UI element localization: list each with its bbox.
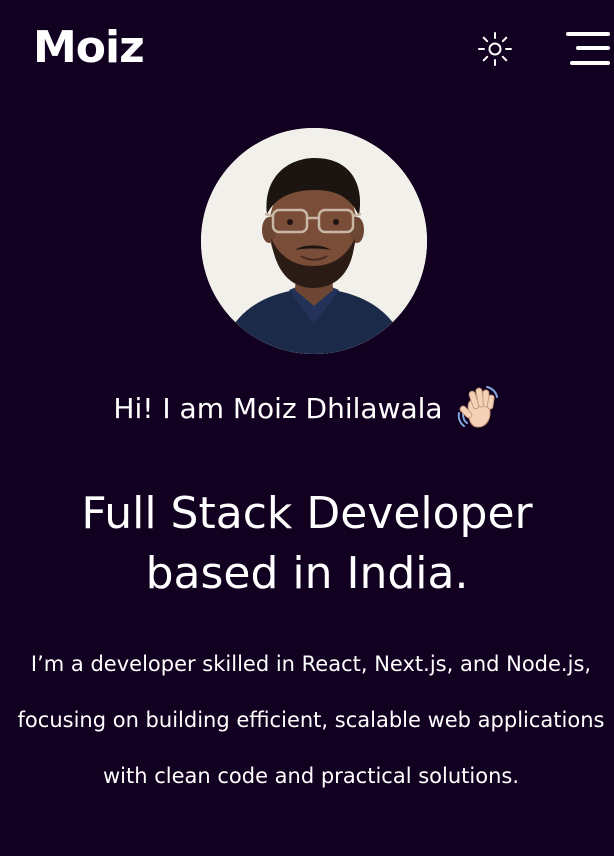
greeting-text: Hi! I am Moiz Dhilawala: [113, 392, 443, 425]
headline-line-2: based in India.: [145, 548, 469, 599]
waving-hand-icon: [453, 383, 501, 431]
theme-toggle-button[interactable]: [474, 28, 516, 70]
hamburger-menu-icon: [566, 32, 610, 65]
greeting: Hi! I am Moiz Dhilawala: [0, 386, 614, 434]
site-header: Moiz: [0, 0, 614, 100]
profile-avatar: [201, 128, 427, 354]
site-logo[interactable]: Moiz: [33, 22, 145, 74]
bio-paragraph: I’m a developer skilled in React, Next.j…: [17, 652, 605, 788]
menu-button[interactable]: [562, 30, 610, 70]
headline-line-1: Full Stack Developer: [81, 488, 533, 539]
headline: Full Stack Developer based in India.: [0, 484, 614, 604]
profile-photo: [201, 128, 427, 354]
sun-icon: [478, 32, 512, 66]
